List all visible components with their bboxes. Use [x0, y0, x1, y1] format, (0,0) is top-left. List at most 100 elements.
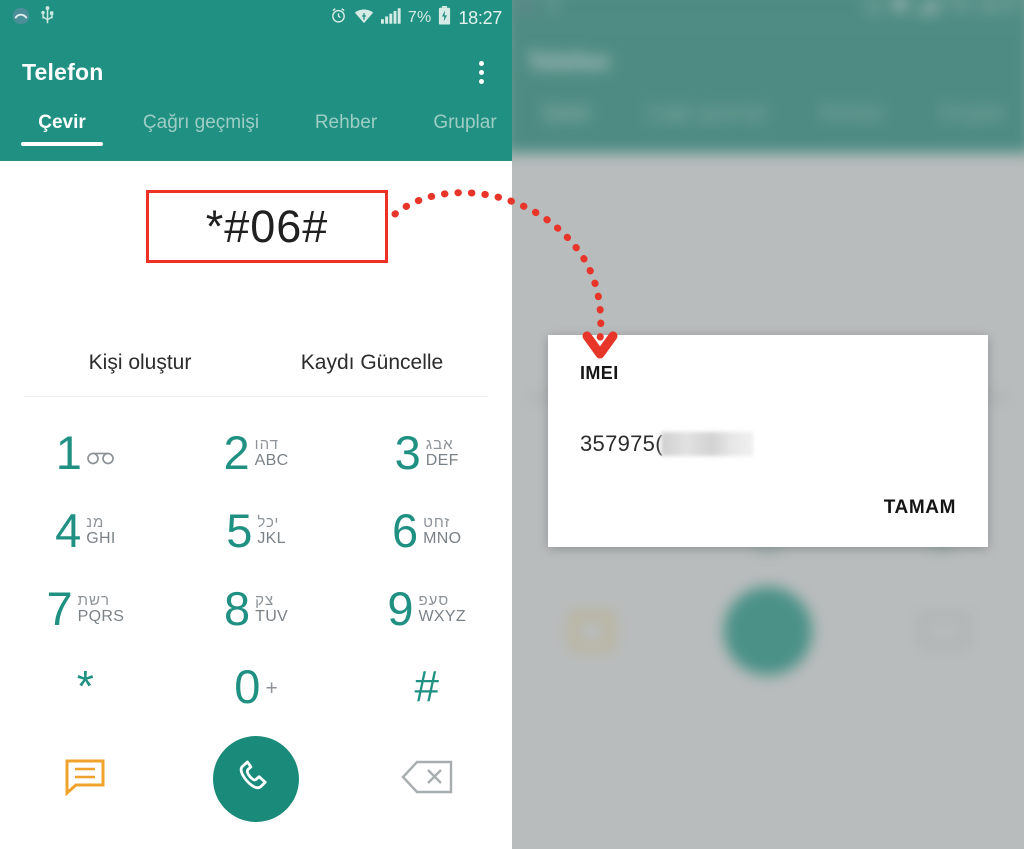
key-7[interactable]: 7 רשת PQRS	[0, 569, 171, 647]
keypad-row-2: 4 מנ GHI 5 יכל JKL 6 זחט MNO	[0, 491, 512, 569]
key-4-hebrew: מנ	[86, 513, 105, 531]
background-clock: 18:27	[977, 0, 1022, 16]
status-bar-left-icons	[12, 6, 55, 30]
status-bar-right-icons: 7% 18:27	[330, 6, 502, 30]
battery-percent-label: 7%	[407, 9, 432, 26]
background-message-icon	[571, 613, 613, 649]
key-1-digit: 1	[55, 425, 82, 479]
key-7-hebrew: רשת	[77, 591, 110, 609]
call-icon	[236, 757, 276, 802]
clock-label: 18:27	[458, 7, 502, 28]
background-battery-percent: 7%	[945, 0, 971, 16]
voicemail-icon	[87, 429, 115, 470]
background-alarm-icon	[866, 0, 881, 14]
key-5[interactable]: 5 יכל JKL	[171, 491, 342, 569]
call-fab	[213, 736, 299, 822]
key-2-hebrew: דהו	[254, 435, 279, 453]
background-bottom-bar	[512, 575, 1024, 686]
key-4[interactable]: 4 מנ GHI	[0, 491, 171, 569]
status-bar: 7% 18:27	[0, 0, 512, 36]
imei-value: 357975(	[580, 431, 663, 456]
backspace-button[interactable]	[341, 760, 512, 799]
tab-rehber-label: Rehber	[314, 112, 378, 133]
background-cloud-sync-icon	[517, 0, 535, 15]
key-2-digit: 2	[223, 425, 250, 479]
quick-actions-row: Kişi oluştur Kaydı Güncelle	[24, 329, 488, 397]
key-3-digit: 3	[394, 425, 421, 479]
key-7-digit: 7	[46, 581, 73, 635]
create-contact-button[interactable]: Kişi oluştur	[24, 351, 256, 375]
key-8[interactable]: 8 צק TUV	[171, 569, 342, 647]
key-5-latin: JKL	[257, 529, 286, 547]
key-9-hebrew: סעפ	[418, 591, 450, 609]
tab-gruplar[interactable]: Gruplar	[406, 108, 512, 134]
key-4-digit: 4	[55, 503, 82, 557]
background-tab-cagri: Çağrı geçmişi	[646, 102, 767, 125]
background-page-title: Telefon	[526, 47, 610, 75]
key-1[interactable]: 1	[0, 413, 171, 491]
key-6[interactable]: 6 זחט MNO	[341, 491, 512, 569]
background-status-bar: 7% 18:27	[512, 0, 1024, 25]
background-usb-icon	[552, 0, 555, 13]
plus-sign-icon: +	[265, 676, 278, 700]
key-6-hebrew: זחט	[423, 513, 451, 531]
keypad: 1 2 דהו ABC 3 אבג DEF 4 מנ GHI 5 יכל JKL…	[0, 397, 512, 725]
keypad-row-4: * 0 + #	[0, 647, 512, 725]
key-hash[interactable]: #	[341, 647, 512, 725]
key-6-latin: MNO	[423, 529, 462, 547]
backspace-icon	[401, 760, 453, 799]
tab-cagri-gecmisi[interactable]: Çağrı geçmişi	[116, 108, 286, 134]
key-9[interactable]: 9 סעפ WXYZ	[341, 569, 512, 647]
key-8-hebrew: צק	[255, 591, 275, 609]
keypad-row-1: 1 2 דהו ABC 3 אבג DEF	[0, 413, 512, 491]
key-6-digit: 6	[391, 503, 419, 557]
tab-cevir[interactable]: Çevir	[8, 108, 116, 146]
tab-active-indicator	[21, 142, 103, 146]
background-backspace-icon	[920, 615, 968, 647]
key-3-hebrew: אבג	[425, 435, 454, 453]
dialed-number-value[interactable]: *#06#	[206, 201, 329, 253]
background-call-icon	[723, 586, 813, 676]
screenshot-root: 7% 18:27 Telefon Çevir Çağrı geçmişi Reh…	[0, 0, 1024, 849]
dialer-bottom-bar	[0, 725, 512, 833]
background-tab-gruplar: Gruplar	[939, 102, 1005, 125]
key-2[interactable]: 2 דהו ABC	[171, 413, 342, 491]
key-4-latin: GHI	[86, 529, 116, 547]
background-tab-rehber: Rehber	[820, 102, 885, 125]
tab-cagri-gecmisi-label: Çağrı geçmişi	[142, 112, 260, 133]
signal-icon	[380, 7, 401, 29]
tab-rehber[interactable]: Rehber	[286, 108, 406, 134]
update-contact-button[interactable]: Kaydı Güncelle	[256, 351, 488, 375]
keypad-row-3: 7 רשת PQRS 8 צק TUV 9 סעפ WXYZ	[0, 569, 512, 647]
background-app-bar: Telefon	[512, 24, 1024, 99]
usb-icon	[40, 6, 55, 30]
tab-gruplar-label: Gruplar	[433, 112, 497, 133]
overflow-menu-icon[interactable]	[466, 52, 496, 92]
background-wifi-icon	[890, 0, 910, 14]
imei-value-row: 357975(	[580, 431, 753, 457]
wifi-icon	[354, 8, 374, 29]
message-button[interactable]	[0, 758, 171, 801]
key-hash-digit: #	[414, 661, 439, 711]
alarm-icon	[330, 7, 347, 29]
key-8-latin: TUV	[255, 607, 289, 625]
dial-display-area: *#06#	[0, 161, 512, 329]
cloud-sync-icon	[12, 7, 30, 30]
imei-ok-button[interactable]: TAMAM	[884, 497, 956, 519]
imei-redaction-blur	[660, 432, 753, 456]
call-button[interactable]	[171, 736, 342, 822]
message-icon	[64, 758, 106, 801]
key-3-latin: DEF	[425, 451, 459, 469]
imei-dialog: IMEI 357975( TAMAM	[548, 335, 988, 547]
dialed-number-highlight-box: *#06#	[146, 190, 388, 263]
battery-icon	[438, 6, 451, 30]
background-status-icons: 7% 18:27	[865, 0, 1022, 16]
phone-screen-dialer: 7% 18:27 Telefon Çevir Çağrı geçmişi Reh…	[0, 0, 512, 849]
key-0[interactable]: 0 +	[171, 647, 342, 725]
background-tab-cevir: Çevir	[544, 102, 590, 125]
key-asterisk[interactable]: *	[0, 647, 171, 725]
key-7-latin: PQRS	[77, 607, 125, 625]
key-2-latin: ABC	[254, 451, 289, 469]
key-3[interactable]: 3 אבג DEF	[341, 413, 512, 491]
key-9-latin: WXYZ	[418, 607, 466, 625]
